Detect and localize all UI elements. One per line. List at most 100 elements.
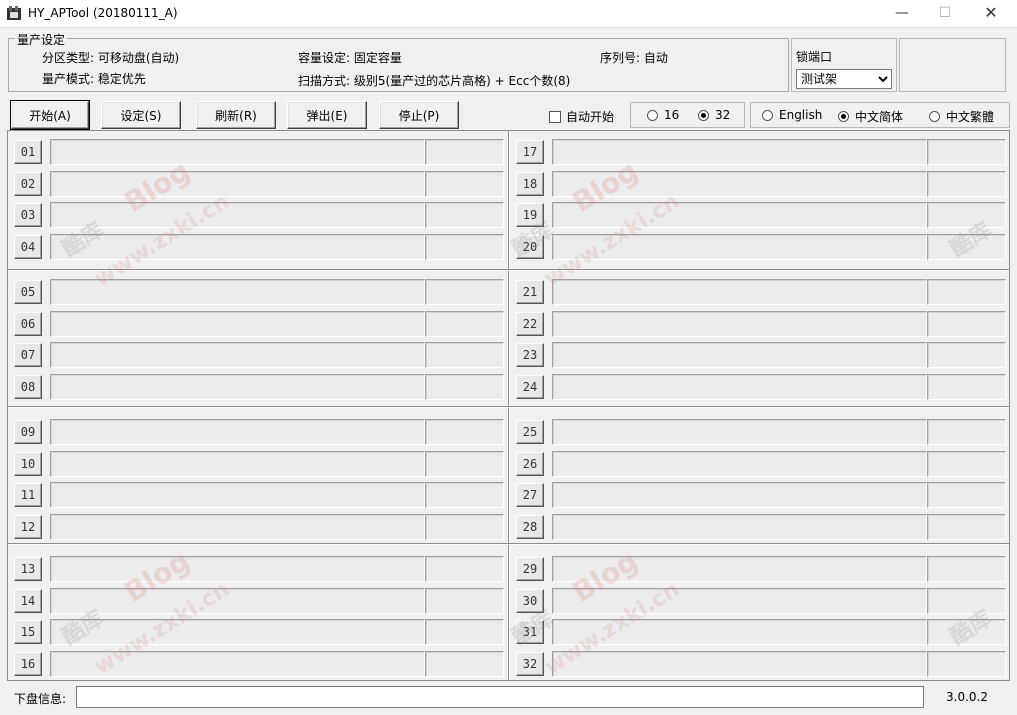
setup-button[interactable]: 设定(S) <box>101 101 181 129</box>
version-text: 3.0.0.2 <box>946 690 988 704</box>
radio-traditional-circle[interactable] <box>929 111 940 122</box>
port-status-02 <box>50 171 425 197</box>
port-button-08[interactable]: 08 <box>14 375 42 399</box>
port-capacity-26 <box>927 451 1006 477</box>
port-status-27 <box>552 482 927 508</box>
maximize-button[interactable]: ☐ <box>922 0 968 28</box>
port-capacity-24 <box>927 374 1006 400</box>
port-button-24[interactable]: 24 <box>516 375 544 399</box>
lock-port-select[interactable]: 测试架 <box>796 69 892 89</box>
port-capacity-01 <box>425 139 504 165</box>
port-button-05[interactable]: 05 <box>14 280 42 304</box>
port-button-31[interactable]: 31 <box>516 620 544 644</box>
port-button-02[interactable]: 02 <box>14 172 42 196</box>
production-settings-group: 量产设定 分区类型: 可移动盘(自动) 容量设定: 固定容量 序列号: 自动 量… <box>8 31 789 92</box>
port-status-24 <box>552 374 927 400</box>
port-button-26[interactable]: 26 <box>516 452 544 476</box>
eject-button[interactable]: 弹出(E) <box>287 101 367 129</box>
checkbox-box[interactable] <box>549 110 561 123</box>
port-capacity-15 <box>425 619 504 645</box>
port-button-13[interactable]: 13 <box>14 557 42 581</box>
port-capacity-23 <box>927 342 1006 368</box>
radio-simplified-circle[interactable] <box>838 111 849 122</box>
radio-16-ports[interactable]: 16 <box>647 108 679 122</box>
port-button-16[interactable]: 16 <box>14 652 42 676</box>
port-status-21 <box>552 279 927 305</box>
port-status-10 <box>50 451 425 477</box>
panel-divider-2 <box>8 406 1009 408</box>
stop-button[interactable]: 停止(P) <box>379 101 459 129</box>
port-status-25 <box>552 419 927 445</box>
refresh-button[interactable]: 刷新(R) <box>196 101 276 129</box>
port-button-12[interactable]: 12 <box>14 515 42 539</box>
port-button-18[interactable]: 18 <box>516 172 544 196</box>
port-status-12 <box>50 514 425 540</box>
port-status-06 <box>50 311 425 337</box>
port-button-07[interactable]: 07 <box>14 343 42 367</box>
port-button-03[interactable]: 03 <box>14 203 42 227</box>
auto-start-checkbox[interactable]: 自动开始 <box>549 108 614 125</box>
port-status-26 <box>552 451 927 477</box>
port-capacity-14 <box>425 588 504 614</box>
port-button-23[interactable]: 23 <box>516 343 544 367</box>
port-capacity-28 <box>927 514 1006 540</box>
side-empty-box <box>899 38 1006 92</box>
port-status-07 <box>50 342 425 368</box>
port-button-01[interactable]: 01 <box>14 140 42 164</box>
port-button-29[interactable]: 29 <box>516 557 544 581</box>
port-panel: 01 02 03 04 05 06 07 08 09 10 11 12 13 14 15 16 17 18 19 20… <box>7 130 1010 681</box>
port-status-22 <box>552 311 927 337</box>
port-button-21[interactable]: 21 <box>516 280 544 304</box>
close-button[interactable]: ✕ <box>968 0 1014 28</box>
port-status-05 <box>50 279 425 305</box>
port-button-06[interactable]: 06 <box>14 312 42 336</box>
port-capacity-16 <box>425 651 504 677</box>
port-status-03 <box>50 202 425 228</box>
port-button-27[interactable]: 27 <box>516 483 544 507</box>
port-button-30[interactable]: 30 <box>516 589 544 613</box>
port-capacity-07 <box>425 342 504 368</box>
port-capacity-30 <box>927 588 1006 614</box>
port-button-04[interactable]: 04 <box>14 235 42 259</box>
port-button-15[interactable]: 15 <box>14 620 42 644</box>
port-button-20[interactable]: 20 <box>516 235 544 259</box>
scan-method-text: 扫描方式: 级别5(量产过的芯片高格) + Ecc个数(8) <box>298 74 571 88</box>
port-capacity-18 <box>927 171 1006 197</box>
radio-traditional-label: 中文繁體 <box>946 110 995 124</box>
radio-traditional-chinese[interactable]: 中文繁體 <box>929 108 994 125</box>
start-button[interactable]: 开始(A) <box>10 100 90 130</box>
radio-simplified-chinese[interactable]: 中文简体 <box>838 108 903 125</box>
port-button-25[interactable]: 25 <box>516 420 544 444</box>
radio-32-ports[interactable]: 32 <box>698 108 730 122</box>
radio-16-circle[interactable] <box>647 109 658 121</box>
port-status-31 <box>552 619 927 645</box>
port-capacity-03 <box>425 202 504 228</box>
port-capacity-19 <box>927 202 1006 228</box>
status-label: 下盘信息: <box>14 692 67 706</box>
port-button-22[interactable]: 22 <box>516 312 544 336</box>
radio-32-circle[interactable] <box>698 109 709 121</box>
port-button-28[interactable]: 28 <box>516 515 544 539</box>
radio-english-circle[interactable] <box>762 109 773 121</box>
port-status-32 <box>552 651 927 677</box>
port-capacity-04 <box>425 234 504 260</box>
radio-32-label: 32 <box>715 108 731 122</box>
port-button-11[interactable]: 11 <box>14 483 42 507</box>
minimize-button[interactable]: — <box>879 0 925 28</box>
port-status-17 <box>552 139 927 165</box>
port-button-10[interactable]: 10 <box>14 452 42 476</box>
port-button-09[interactable]: 09 <box>14 420 42 444</box>
port-button-14[interactable]: 14 <box>14 589 42 613</box>
port-status-18 <box>552 171 927 197</box>
port-button-19[interactable]: 19 <box>516 203 544 227</box>
status-info-field[interactable] <box>76 686 924 708</box>
port-capacity-20 <box>927 234 1006 260</box>
port-capacity-29 <box>927 556 1006 582</box>
port-button-17[interactable]: 17 <box>516 140 544 164</box>
partition-type-text: 分区类型: 可移动盘(自动) <box>42 51 180 65</box>
radio-simplified-label: 中文简体 <box>855 110 904 124</box>
lock-port-label: 锁端口 <box>796 50 833 64</box>
radio-english[interactable]: English <box>762 108 822 122</box>
radio-16-label: 16 <box>664 108 680 122</box>
port-button-32[interactable]: 32 <box>516 652 544 676</box>
